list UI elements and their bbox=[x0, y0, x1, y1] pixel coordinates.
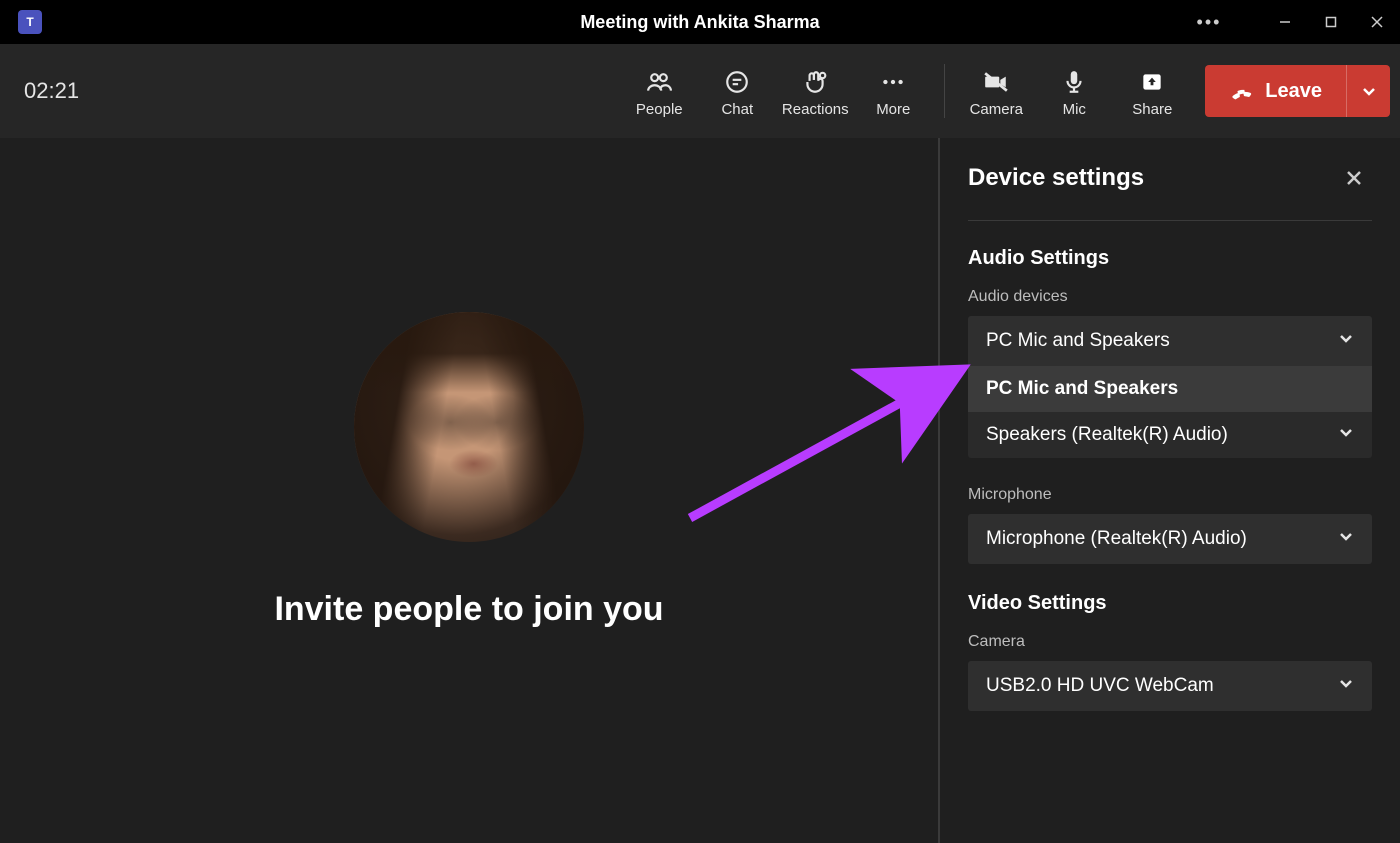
camera-select[interactable]: USB2.0 HD UVC WebCam bbox=[968, 661, 1372, 711]
annotation-arrow bbox=[680, 358, 980, 528]
audio-section-title: Audio Settings bbox=[968, 247, 1372, 270]
microphone-value: Microphone (Realtek(R) Audio) bbox=[986, 528, 1247, 550]
call-timer: 02:21 bbox=[24, 78, 79, 104]
share-label: Share bbox=[1132, 101, 1172, 118]
audio-device-option-speakers[interactable]: Speakers (Realtek(R) Audio) bbox=[968, 412, 1372, 458]
chat-label: Chat bbox=[721, 101, 753, 118]
reactions-label: Reactions bbox=[782, 101, 849, 118]
chevron-down-icon bbox=[1338, 675, 1354, 697]
chat-icon bbox=[724, 65, 750, 99]
leave-label: Leave bbox=[1265, 80, 1322, 103]
audio-devices-dropdown: PC Mic and Speakers Speakers (Realtek(R)… bbox=[968, 366, 1372, 458]
audio-devices-select[interactable]: PC Mic and Speakers bbox=[968, 316, 1372, 366]
maximize-button[interactable] bbox=[1308, 0, 1354, 44]
leave-group: Leave bbox=[1205, 65, 1390, 117]
leave-caret-button[interactable] bbox=[1346, 65, 1390, 117]
camera-value: USB2.0 HD UVC WebCam bbox=[986, 675, 1214, 697]
more-options-icon[interactable]: ••• bbox=[1186, 0, 1232, 44]
divider bbox=[944, 64, 945, 118]
leave-button[interactable]: Leave bbox=[1205, 65, 1346, 117]
chevron-down-icon bbox=[1338, 424, 1354, 446]
people-button[interactable]: People bbox=[620, 51, 698, 131]
mic-label: Mic bbox=[1063, 101, 1086, 118]
ellipsis-icon bbox=[880, 65, 906, 99]
divider bbox=[968, 220, 1372, 221]
close-panel-button[interactable] bbox=[1336, 160, 1372, 196]
meeting-controlbar: 02:21 People Chat Reactions More Camera bbox=[0, 44, 1400, 138]
main-area: Invite people to join you Device setting… bbox=[0, 138, 1400, 843]
mic-button[interactable]: Mic bbox=[1035, 51, 1113, 131]
share-button[interactable]: Share bbox=[1113, 51, 1191, 131]
microphone-select[interactable]: Microphone (Realtek(R) Audio) bbox=[968, 514, 1372, 564]
camera-button[interactable]: Camera bbox=[957, 51, 1035, 131]
panel-title: Device settings bbox=[968, 164, 1144, 192]
invite-text: Invite people to join you bbox=[274, 590, 663, 629]
reactions-button[interactable]: Reactions bbox=[776, 51, 854, 131]
audio-device-option-pc[interactable]: PC Mic and Speakers bbox=[968, 366, 1372, 412]
titlebar: Meeting with Ankita Sharma ••• bbox=[0, 0, 1400, 44]
more-button[interactable]: More bbox=[854, 51, 932, 131]
people-icon bbox=[646, 65, 672, 99]
close-window-button[interactable] bbox=[1354, 0, 1400, 44]
more-label: More bbox=[876, 101, 910, 118]
microphone-label: Microphone bbox=[968, 486, 1372, 504]
video-section-title: Video Settings bbox=[968, 592, 1372, 615]
mic-icon bbox=[1061, 65, 1087, 99]
camera-label: Camera bbox=[968, 633, 1372, 651]
audio-devices-value: PC Mic and Speakers bbox=[986, 330, 1170, 352]
chevron-down-icon bbox=[1338, 528, 1354, 550]
minimize-button[interactable] bbox=[1262, 0, 1308, 44]
chevron-down-icon bbox=[1361, 83, 1377, 99]
window-controls: ••• bbox=[1186, 0, 1400, 44]
meeting-stage: Invite people to join you bbox=[0, 138, 940, 843]
teams-app-icon bbox=[18, 10, 42, 34]
close-icon bbox=[1346, 170, 1362, 186]
audio-devices-label: Audio devices bbox=[968, 288, 1372, 306]
people-label: People bbox=[636, 101, 683, 118]
share-icon bbox=[1139, 65, 1165, 99]
window-title: Meeting with Ankita Sharma bbox=[580, 12, 819, 33]
participant-avatar bbox=[354, 312, 584, 542]
camera-label: Camera bbox=[970, 101, 1023, 118]
hangup-icon bbox=[1229, 79, 1253, 103]
camera-off-icon bbox=[983, 65, 1009, 99]
chat-button[interactable]: Chat bbox=[698, 51, 776, 131]
reactions-icon bbox=[802, 65, 828, 99]
chevron-down-icon bbox=[1338, 330, 1354, 352]
device-settings-panel: Device settings Audio Settings Audio dev… bbox=[940, 138, 1400, 843]
